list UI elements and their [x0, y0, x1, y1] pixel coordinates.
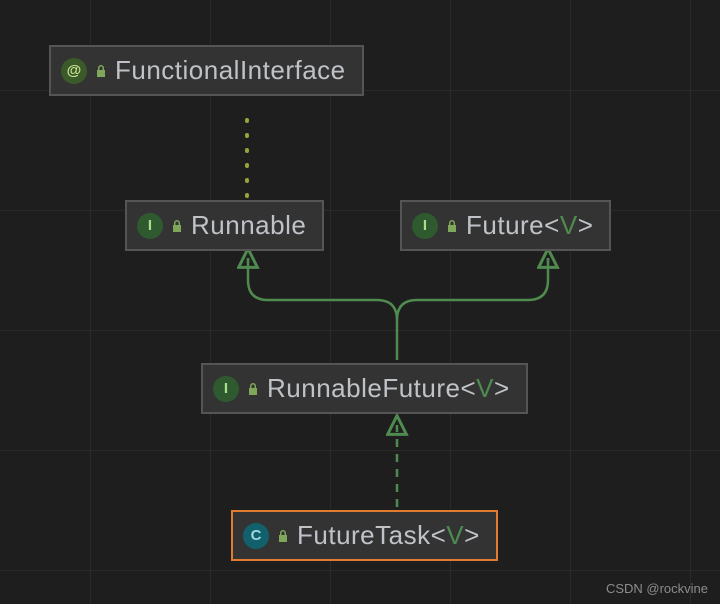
node-future[interactable]: I Future<V> — [400, 200, 611, 251]
node-runnablefuture[interactable]: I RunnableFuture<V> — [201, 363, 528, 414]
node-label: RunnableFuture<V> — [267, 373, 510, 404]
node-futuretask[interactable]: C FutureTask<V> — [231, 510, 498, 561]
node-runnable[interactable]: I Runnable — [125, 200, 324, 251]
interface-badge-icon: I — [412, 213, 438, 239]
annotation-badge-icon: @ — [61, 58, 87, 84]
watermark: CSDN @rockvine — [606, 581, 708, 596]
lock-icon — [171, 219, 183, 233]
node-label: FutureTask<V> — [297, 520, 480, 551]
lock-icon — [446, 219, 458, 233]
node-label: Runnable — [191, 210, 306, 241]
lock-icon — [95, 64, 107, 78]
lock-icon — [247, 382, 259, 396]
class-badge-icon: C — [243, 523, 269, 549]
node-label: Future<V> — [466, 210, 593, 241]
node-label: FunctionalInterface — [115, 55, 346, 86]
interface-badge-icon: I — [213, 376, 239, 402]
lock-icon — [277, 529, 289, 543]
node-functionalinterface[interactable]: @ FunctionalInterface — [49, 45, 364, 96]
interface-badge-icon: I — [137, 213, 163, 239]
